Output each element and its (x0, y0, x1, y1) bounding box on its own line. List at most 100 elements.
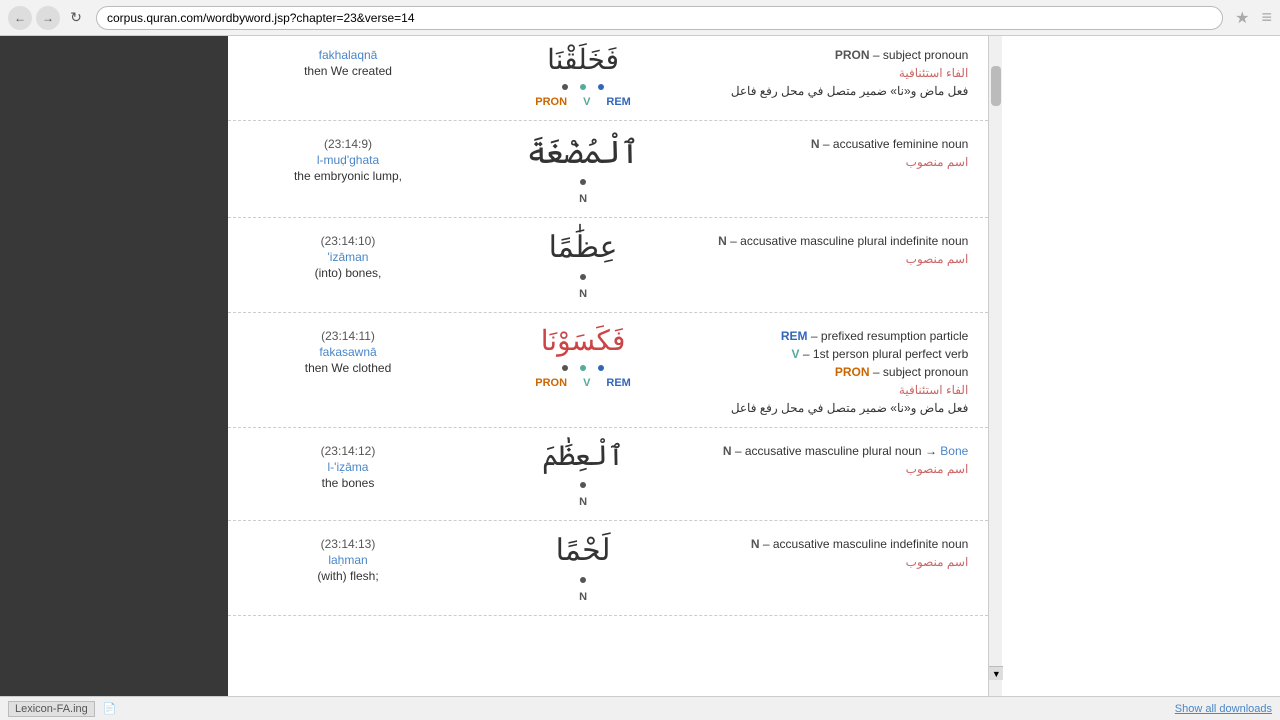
pos-dots-top (562, 84, 604, 90)
arabic-9: ٱلْمُضْغَةَ (527, 133, 640, 171)
pos-dots-11 (562, 365, 604, 371)
bookmark-icon[interactable]: ★ (1235, 8, 1249, 28)
gram-rem-label: REM (781, 329, 808, 343)
dot-n-9 (580, 179, 586, 185)
grammar-ar-9: اسم منصوب (906, 155, 969, 169)
center-col-13: لَحْمًا N (458, 533, 708, 603)
grammar-en-10: N – accusative masculine plural indefini… (718, 234, 968, 248)
left-col-11: (23:14:11) fakasawnā then We clothed (248, 325, 448, 375)
pos-rem-11: REM (606, 377, 630, 389)
nav-buttons: ← → ↻ (8, 6, 88, 30)
translation-9: the embryonic lump, (294, 169, 402, 183)
gram-pron-label: PRON (835, 48, 870, 62)
address-bar[interactable] (96, 6, 1223, 30)
grammar-ar-10: اسم منصوب (906, 252, 969, 266)
arabic-12: ٱلْعِظَٰمَ (542, 440, 624, 474)
gram-n-10: N (718, 234, 727, 248)
pos-pron-top: PRON (535, 96, 567, 108)
grammar-v-11: V – 1st person plural perfect verb (792, 347, 969, 361)
forward-button[interactable]: → (36, 6, 60, 30)
bone-link[interactable]: Bone (940, 444, 968, 458)
right-col-11: REM – prefixed resumption particle V – 1… (718, 325, 968, 415)
row-11: FA ➔ (23:14:11) fakasawnā then We clothe… (228, 313, 988, 428)
row-fakhalaqna: fakhalaqnā then We created فَخَلَقْنَا P… (228, 36, 988, 121)
pos-labels-top: PRON V REM (535, 96, 631, 108)
grammar-en-9: N – accusative feminine noun (811, 137, 968, 151)
right-col-12: N – accusative masculine plural noun → B… (718, 440, 968, 476)
pos-labels-9: N (579, 193, 587, 205)
center-col-11: فَكَسَوْنَا PRON V REM (458, 325, 708, 389)
grammar-en-12: N – accusative masculine plural noun → B… (723, 444, 968, 458)
scrollbar-track[interactable]: ▼ (988, 36, 1002, 696)
dot-n-13 (580, 577, 586, 583)
left-col-13: (23:14:13) laḥman (with) flesh; (248, 533, 448, 583)
refresh-button[interactable]: ↻ (64, 6, 88, 30)
row-9: (23:14:9) l-muḍ'ghata the embryonic lump… (228, 121, 988, 218)
translit-13[interactable]: laḥman (328, 553, 367, 567)
row-12: (23:14:12) l-'iẓāma the bones ٱلْعِظَٰمَ… (228, 428, 988, 521)
pos-pron-11: PRON (535, 377, 567, 389)
left-col-9: (23:14:9) l-muḍ'ghata the embryonic lump… (248, 133, 448, 183)
arabic-10: عِظَٰمًا (549, 230, 618, 266)
pos-n-12: N (579, 496, 587, 508)
gram-n-13: N (751, 537, 760, 551)
arabic-11: فَكَسَوْنَا (541, 325, 626, 359)
pos-v-11: V (583, 377, 590, 389)
grammar-ar1-11: الفاء استئنافية (899, 383, 968, 397)
left-col-12: (23:14:12) l-'iẓāma the bones (248, 440, 448, 490)
dot-v-11 (580, 365, 586, 371)
row-13: (23:14:13) laḥman (with) flesh; لَحْمًا … (228, 521, 988, 616)
file-label: Lexicon-FA.ing (8, 701, 95, 717)
center-col-10: عِظَٰمًا N (458, 230, 708, 300)
translation-12: the bones (322, 476, 375, 490)
grammar-rem-11: REM – prefixed resumption particle (781, 329, 968, 343)
translation-fakhalaqna: then We created (304, 64, 392, 78)
gram-v-label: V (792, 347, 800, 361)
grammar-pron-top: PRON – subject pronoun (835, 48, 968, 62)
translit-12[interactable]: l-'iẓāma (328, 460, 369, 474)
left-col-top: fakhalaqnā then We created (248, 44, 448, 78)
translit-9[interactable]: l-muḍ'ghata (317, 153, 379, 167)
back-button[interactable]: ← (8, 6, 32, 30)
sidebar (0, 36, 228, 696)
pos-n-10: N (579, 288, 587, 300)
row-10: (23:14:10) 'izāman (into) bones, عِظَٰمً… (228, 218, 988, 313)
translit-fakhalaqna[interactable]: fakhalaqnā (319, 48, 378, 62)
translit-10[interactable]: 'izāman (328, 250, 369, 264)
right-col-top: PRON – subject pronoun الفاء استئنافية ف… (718, 44, 968, 98)
center-col-top: فَخَلَقْنَا PRON V REM (458, 44, 708, 108)
dot-rem-11 (598, 365, 604, 371)
verse-ref-10: (23:14:10) (321, 234, 376, 248)
pos-labels-11: PRON V REM (535, 377, 631, 389)
scrollbar-down-button[interactable]: ▼ (989, 666, 1003, 680)
bottom-right: Show all downloads (1175, 703, 1272, 715)
show-downloads-link[interactable]: Show all downloads (1175, 703, 1272, 715)
dot-pron-11 (562, 365, 568, 371)
pos-labels-12: N (579, 496, 587, 508)
pos-n-9: N (579, 193, 587, 205)
grammar-ar-12: اسم منصوب (906, 462, 969, 476)
browser-toolbar: ← → ↻ ★ ≡ (0, 0, 1280, 36)
gram-n-9: N (811, 137, 820, 151)
center-col-12: ٱلْعِظَٰمَ N (458, 440, 708, 508)
center-col-9: ٱلْمُضْغَةَ N (458, 133, 708, 205)
gram-pron-label-11: PRON (835, 365, 870, 379)
right-col-10: N – accusative masculine plural indefini… (718, 230, 968, 266)
pos-labels-10: N (579, 288, 587, 300)
file-icon: 📄 (103, 702, 117, 715)
arabic-13: لَحْمًا (556, 533, 611, 569)
right-col-9: N – accusative feminine noun اسم منصوب (718, 133, 968, 169)
main-layout: fakhalaqnā then We created فَخَلَقْنَا P… (0, 36, 1280, 696)
verse-ref-13: (23:14:13) (321, 537, 376, 551)
menu-icon[interactable]: ≡ (1261, 7, 1272, 28)
dot-v (580, 84, 586, 90)
scrollbar-thumb[interactable] (991, 66, 1001, 106)
grammar-en-13: N – accusative masculine indefinite noun (751, 537, 968, 551)
verse-ref-9: (23:14:9) (324, 137, 372, 151)
grammar-ar1-top: الفاء استئنافية (899, 66, 968, 80)
right-col-13: N – accusative masculine indefinite noun… (718, 533, 968, 569)
translit-11[interactable]: fakasawnā (319, 345, 376, 359)
translation-13: (with) flesh; (317, 569, 378, 583)
verse-ref-11: (23:14:11) (321, 329, 375, 343)
gram-n-12: N (723, 444, 732, 458)
